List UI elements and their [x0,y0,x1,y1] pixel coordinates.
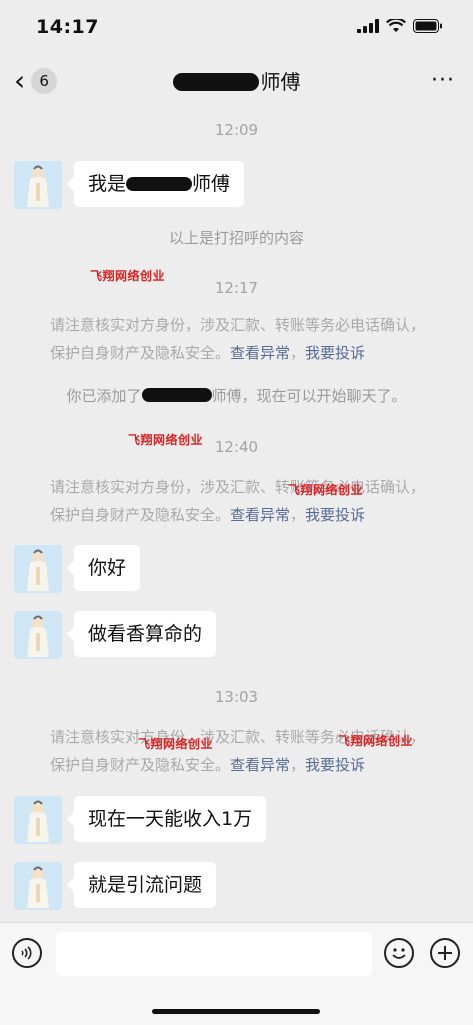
redacted-name [172,73,259,91]
contact-avatar[interactable] [14,611,62,659]
timestamp: 12:40 [214,438,259,456]
view-abnormal-link[interactable]: 查看异常 [230,506,290,524]
chat-title: 师傅 [0,66,473,95]
system-message: 以上是打招呼的内容 [168,229,304,247]
timestamp: 12:09 [214,121,259,139]
notice-separator: ， [290,344,306,362]
more-functions-button[interactable] [430,938,460,968]
avatar-figure-icon [14,862,62,910]
watermark: 飞翔网络创业 [288,483,364,497]
safety-notice: 请注意核实对方身份，涉及汇款、转账等务必电话确认，保护自身财产及隐私安全。查看异… [50,311,430,367]
message-text-suffix: 师傅 [192,173,231,195]
voice-icon [21,946,32,960]
timestamp: 12:17 [214,279,259,297]
message-text: 现在一天能收入1万 [88,808,253,830]
system-message: 你已添加了 师傅，现在可以开始聊天了。 [0,385,473,406]
status-icons [357,19,443,33]
message-bubble[interactable]: 现在一天能收入1万 [66,796,267,842]
message-bubble[interactable]: 你好 [66,545,141,591]
message-bubble[interactable]: 就是引流问题 [66,862,217,908]
avatar-figure-icon [14,611,62,659]
message-input[interactable] [56,932,372,976]
avatar-figure-icon [14,161,62,209]
report-link[interactable]: 我要投诉 [305,344,365,362]
message-bubble[interactable]: 我是 师傅 [66,161,245,207]
message-bubble[interactable]: 做看香算命的 [66,611,217,657]
contact-avatar[interactable] [14,796,62,844]
wifi-icon [386,19,406,32]
notice-separator: ， [290,506,306,524]
avatar-figure-icon [14,796,62,844]
voice-input-button[interactable] [12,938,42,968]
watermark: 飞翔网络创业 [338,734,414,748]
added-text-prefix: 你已添加了 [66,387,142,405]
redacted-name [141,388,212,402]
redacted-name [126,177,193,191]
timestamp: 13:03 [214,688,259,706]
chat-title-suffix: 师傅 [260,70,301,94]
added-text-suffix: 师傅，现在可以开始聊天了。 [211,387,407,405]
view-abnormal-link[interactable]: 查看异常 [230,756,290,774]
signal-icon [357,19,379,33]
contact-avatar[interactable] [14,862,62,910]
report-link[interactable]: 我要投诉 [305,506,365,524]
plus-icon [438,946,452,960]
chat-header: ‹ 6 师傅 ··· [0,56,473,104]
safety-notice: 请注意核实对方身份，涉及汇款、转账等务必电话确认，保护自身财产及隐私安全。查看异… [50,473,430,529]
message-text-prefix: 我是 [88,173,127,195]
message-text: 做看香算命的 [88,623,203,645]
emoji-icon [392,948,406,959]
view-abnormal-link[interactable]: 查看异常 [230,344,290,362]
report-link[interactable]: 我要投诉 [305,756,365,774]
watermark: 飞翔网络创业 [138,737,214,751]
more-options-button[interactable]: ··· [431,68,455,93]
contact-avatar[interactable] [14,545,62,593]
status-time: 14:17 [36,16,99,38]
notice-separator: ， [290,756,306,774]
status-bar: 14:17 [0,0,473,56]
battery-icon [413,19,442,33]
contact-avatar[interactable] [14,161,62,209]
avatar-figure-icon [14,545,62,593]
message-text: 你好 [88,557,127,579]
emoji-button[interactable] [384,938,414,968]
home-indicator [152,1009,320,1014]
message-text: 就是引流问题 [88,874,203,896]
